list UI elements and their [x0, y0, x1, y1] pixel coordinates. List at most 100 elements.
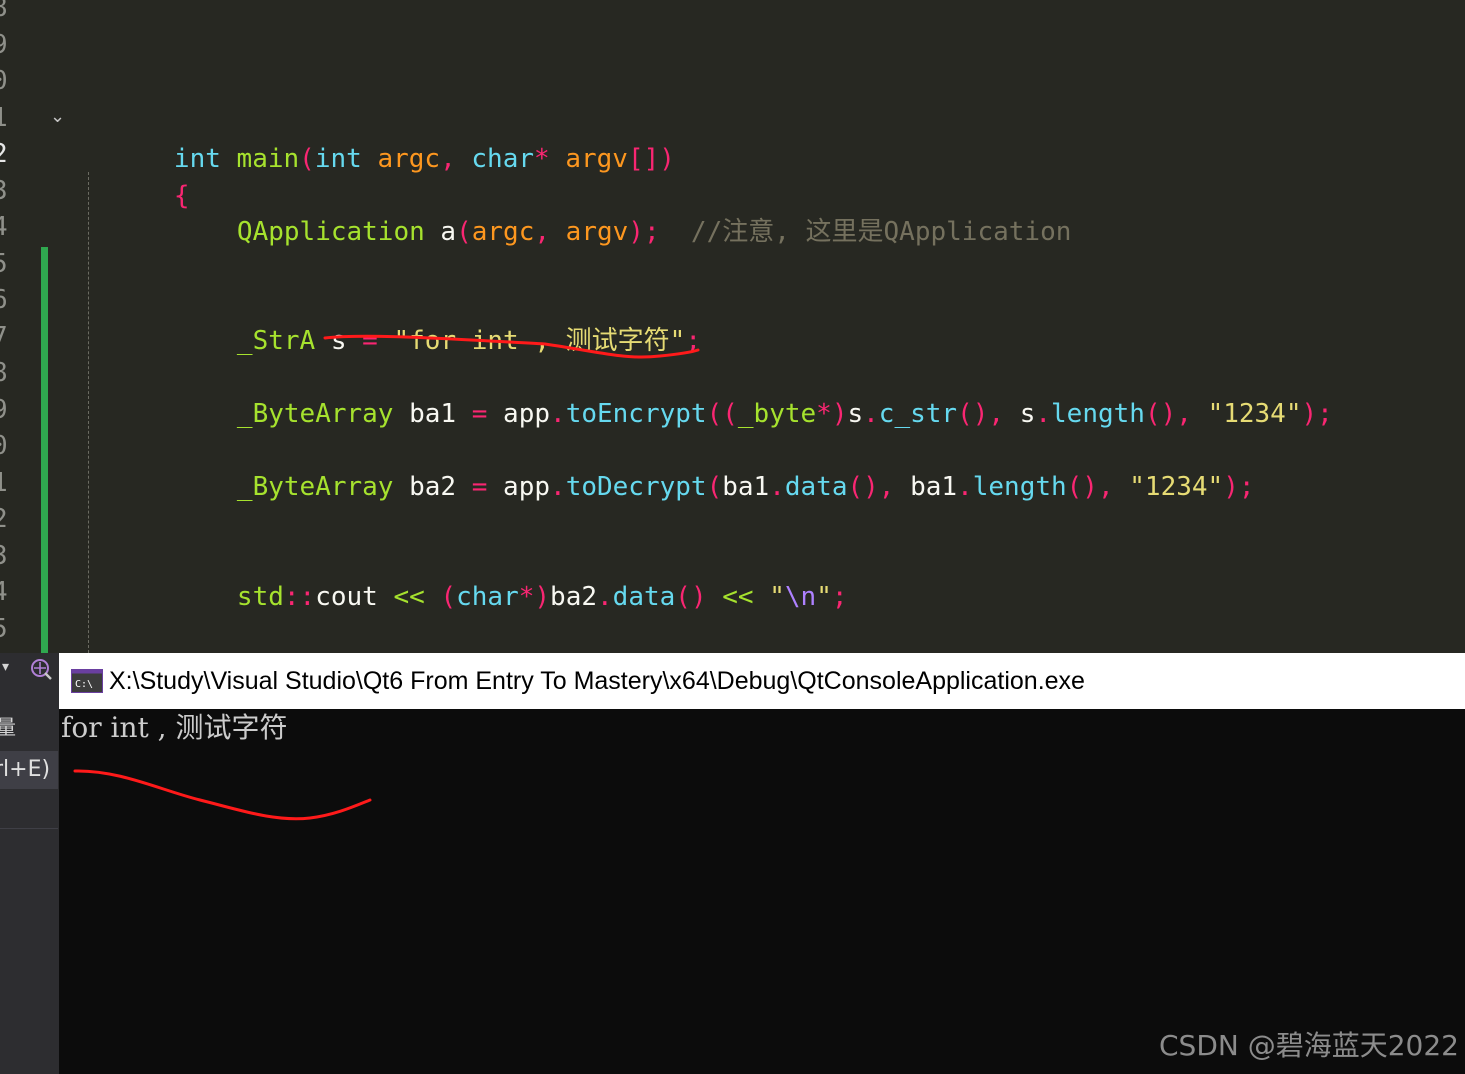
line-number: 3 — [0, 538, 12, 574]
token: ; — [831, 582, 848, 612]
escape-sequence: \n — [784, 582, 817, 612]
token: *) — [816, 399, 848, 429]
line-number: 9 — [0, 392, 12, 428]
token: ; — [685, 326, 701, 356]
string-literal: "for int , 测试字符" — [393, 326, 686, 356]
screenshot: 890123456789012345 ⌄ int main(int argc, … — [0, 0, 1465, 1074]
line-number: 7 — [0, 319, 12, 355]
search-shortcut-box[interactable]: rl+E) — [0, 751, 58, 789]
string-literal: "1234" — [1129, 472, 1224, 502]
token: * — [534, 144, 550, 174]
token: ba1 — [910, 472, 958, 502]
token: () — [675, 582, 707, 612]
line-number: 4 — [0, 209, 12, 245]
token: ); — [628, 217, 660, 247]
token: . — [1035, 399, 1052, 429]
token: cout — [315, 582, 378, 612]
side-panel: ▾ 量 rl+E) — [0, 653, 60, 1074]
token: ) — [534, 582, 551, 612]
token: length — [1051, 399, 1145, 429]
token: _byte — [737, 399, 817, 429]
token: << — [722, 582, 754, 612]
token: . — [550, 472, 566, 502]
token: ba1 — [393, 399, 472, 429]
token: data — [612, 582, 676, 612]
caret-down-icon[interactable]: ▾ — [2, 659, 9, 675]
token: _ByteArray — [236, 399, 394, 429]
console-app-icon: C:\ — [71, 669, 103, 693]
line-number: 2 — [0, 501, 12, 537]
token: ( — [456, 217, 472, 247]
line-number: 0 — [0, 63, 12, 99]
token: * — [518, 582, 535, 612]
token: argc — [471, 217, 535, 247]
line-number: 8 — [0, 0, 12, 26]
code-line-qapplication: QApplication a(argc, argv); //注意, 这里是QAp… — [143, 172, 1071, 247]
code-line-main-signature: int main(int argc, char* argv[]) — [80, 99, 675, 174]
line-number: 5 — [0, 246, 12, 282]
token: _StrA — [236, 326, 316, 356]
token: a — [424, 217, 457, 247]
token: length — [972, 472, 1067, 502]
token: _ByteArray — [236, 472, 394, 502]
watermark: CSDN @碧海蓝天2022 — [1159, 1029, 1459, 1062]
code-line-cout: std::cout << (char*)ba2.data() << "\n"; — [143, 537, 848, 612]
panel-label: 量 — [0, 715, 16, 739]
token: app — [487, 399, 551, 429]
token: ( — [706, 472, 723, 502]
token: argv — [565, 144, 628, 174]
token: []) — [627, 144, 675, 174]
token: = — [362, 326, 378, 356]
token: ba2 — [393, 472, 472, 502]
line-number: 1 — [0, 465, 12, 501]
token: . — [769, 472, 785, 502]
token: std — [236, 582, 284, 612]
token: . — [597, 582, 613, 612]
token: ba1 — [722, 472, 770, 502]
line-number: 0 — [0, 428, 12, 464]
line-number: 4 — [0, 574, 12, 610]
token: , — [534, 217, 566, 247]
code-line-stra: _StrA s = "for int , 测试字符"; — [143, 281, 701, 356]
token: toDecrypt — [565, 472, 707, 502]
code-line-ba2: _ByteArray ba2 = app.toDecrypt(ba1.data(… — [143, 427, 1255, 502]
line-number: 8 — [0, 355, 12, 391]
token: s — [847, 399, 864, 429]
console-title-bar[interactable]: C:\ X:\Study\Visual Studio\Qt6 From Entr… — [59, 653, 1465, 709]
token: int — [314, 144, 362, 174]
token: = — [471, 472, 488, 502]
token: app — [487, 472, 551, 502]
token: ); — [1223, 472, 1255, 502]
console-window[interactable]: C:\ X:\Study\Visual Studio\Qt6 From Entr… — [59, 653, 1465, 1074]
token: argc — [377, 144, 441, 174]
token: c_str — [878, 399, 958, 429]
line-number: 2 — [0, 136, 12, 172]
token: ); — [1301, 399, 1333, 429]
side-toolbar: ▾ — [0, 653, 59, 685]
line-number: 9 — [0, 27, 12, 63]
code-editor[interactable]: 890123456789012345 ⌄ int main(int argc, … — [0, 0, 1465, 653]
comment: //注意, 这里是QApplication — [659, 217, 1072, 247]
debug-tool-icon[interactable] — [28, 655, 54, 681]
fold-chevron-icon[interactable]: ⌄ — [50, 108, 68, 126]
token: ba2 — [550, 582, 598, 612]
code-line-open-brace: { — [80, 136, 190, 211]
token: (), — [847, 472, 911, 502]
token: main — [236, 144, 300, 174]
token: (), — [1144, 399, 1208, 429]
console-output: for int , 测试字符 — [61, 711, 288, 744]
token: (( — [706, 399, 738, 429]
token: argv — [565, 217, 629, 247]
line-number: 6 — [0, 282, 12, 318]
code-line-ba1: _ByteArray ba1 = app.toEncrypt((_byte*)s… — [143, 354, 1333, 429]
token: . — [550, 399, 566, 429]
token: s — [315, 326, 363, 356]
token: " — [769, 582, 785, 612]
change-indicator-bar — [41, 247, 48, 653]
